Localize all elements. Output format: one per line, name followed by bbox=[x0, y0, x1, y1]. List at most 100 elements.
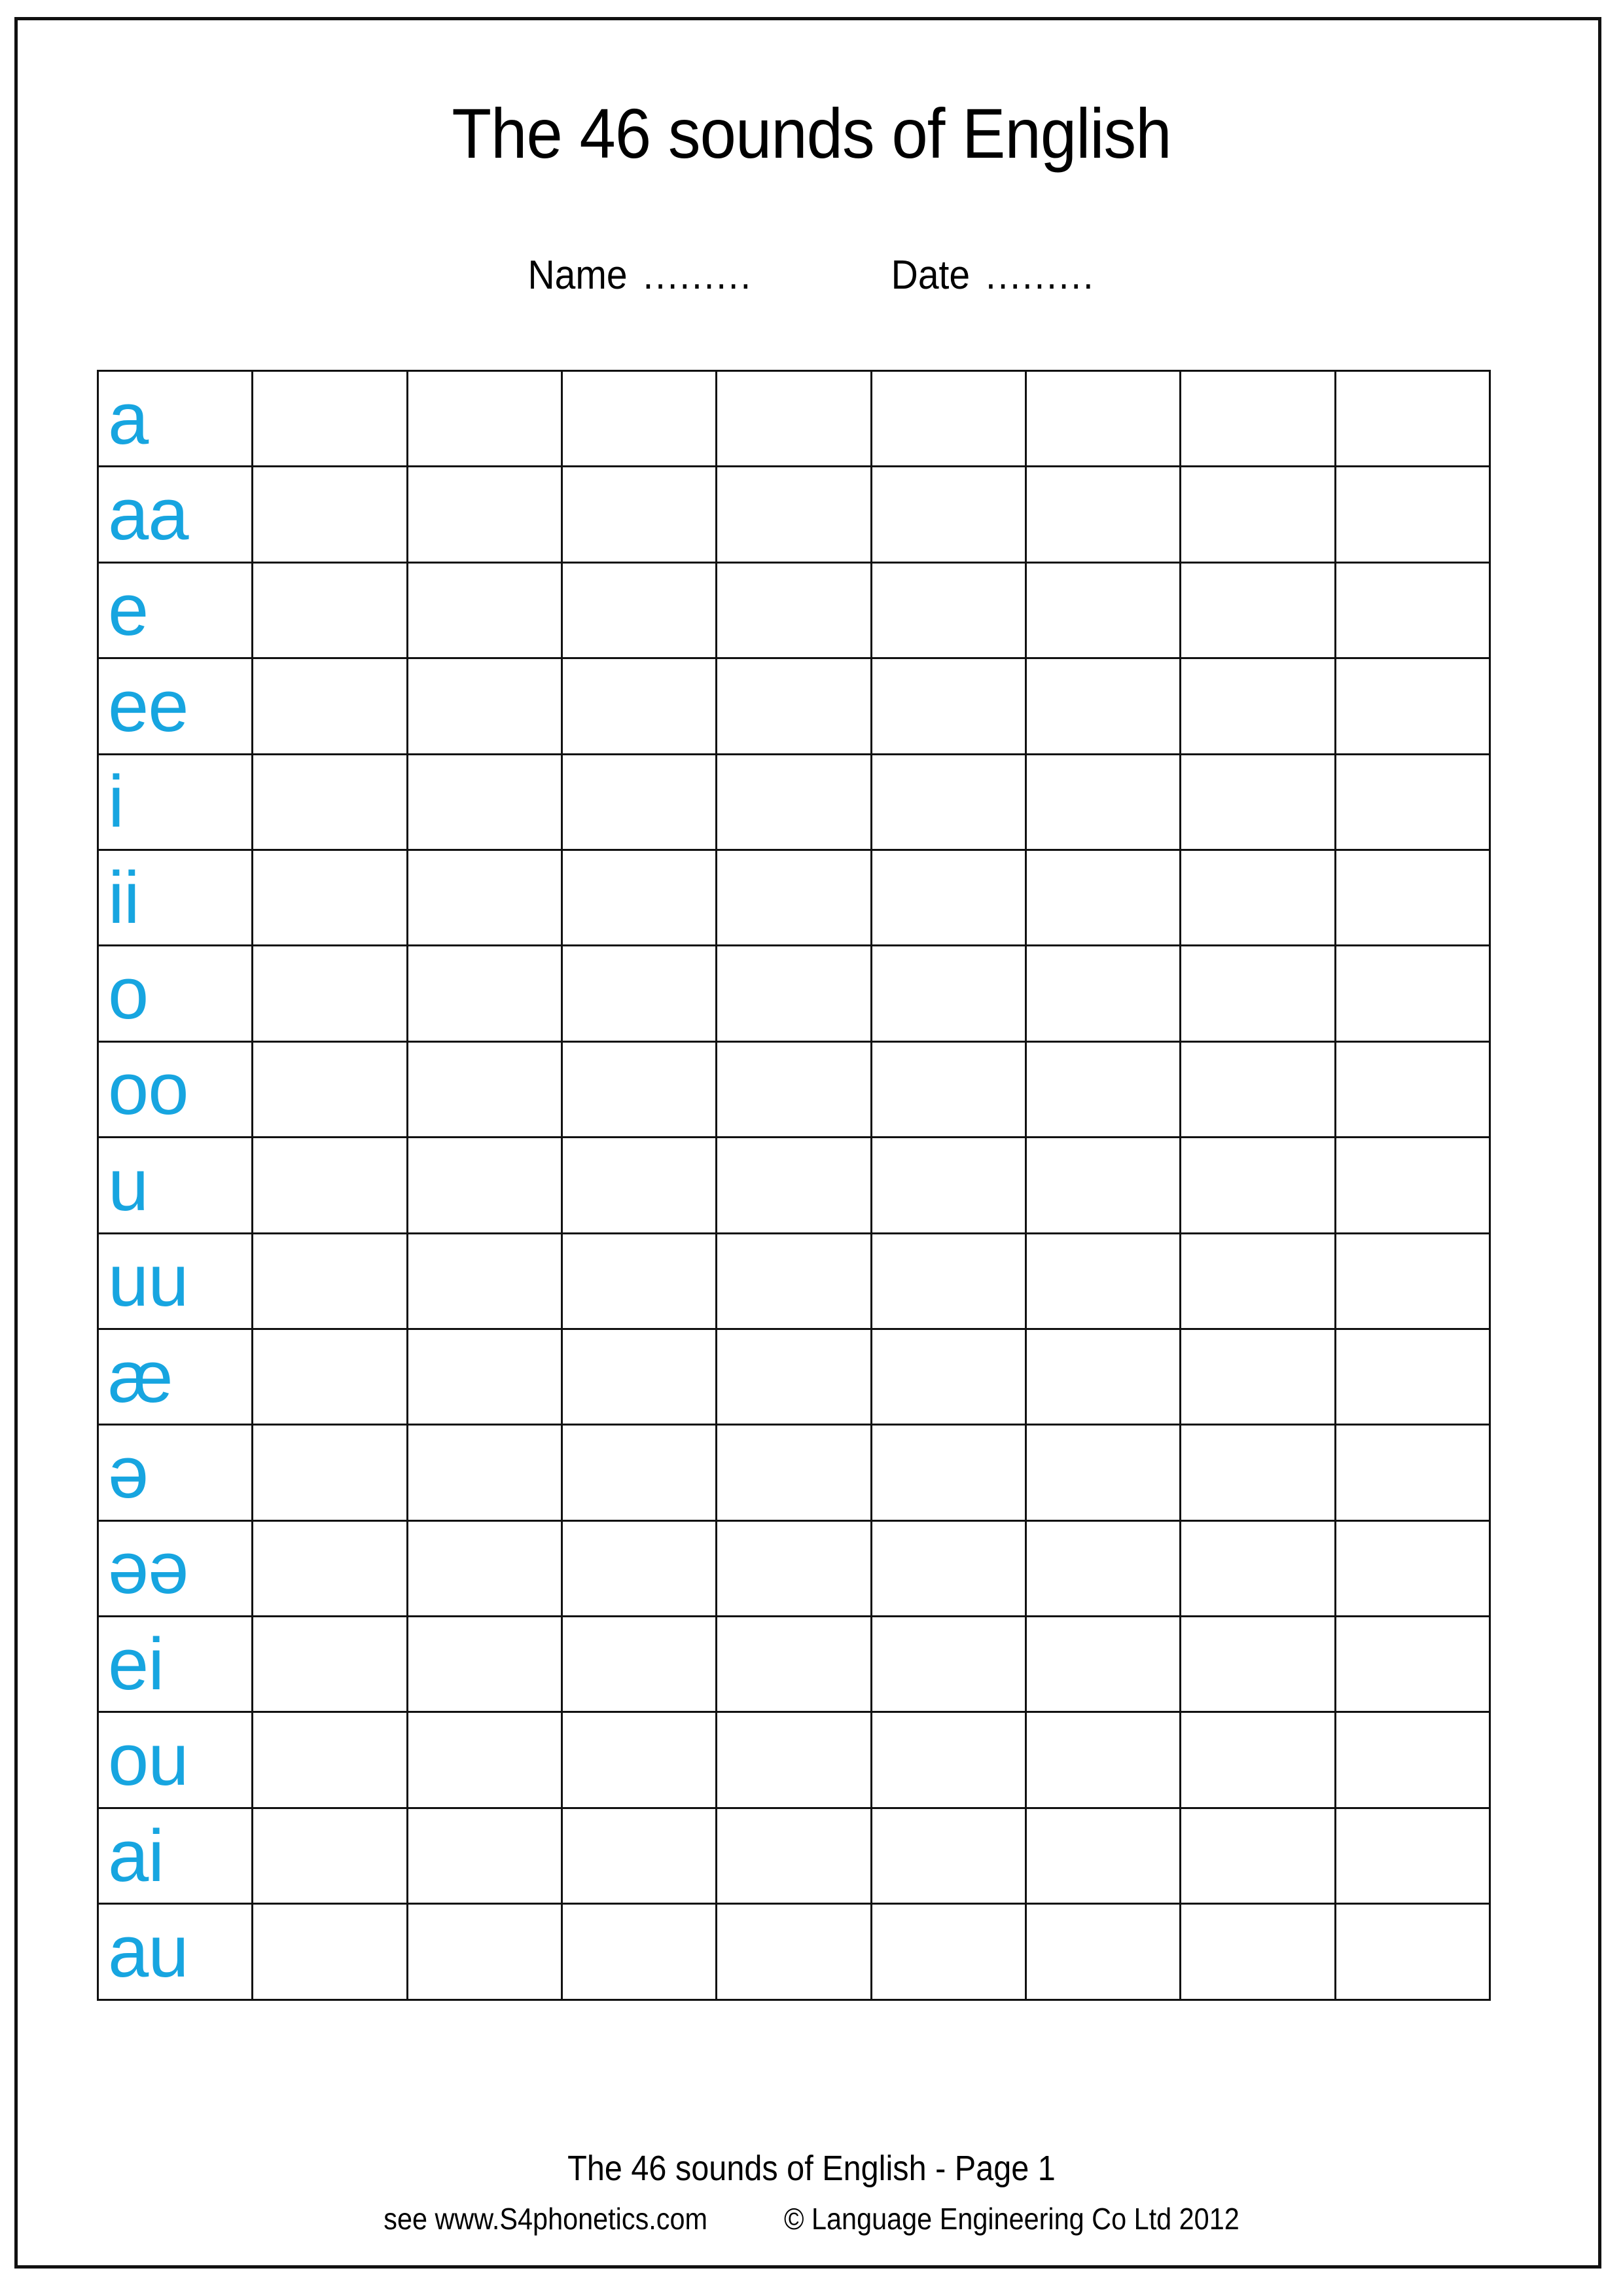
writing-practice-cell[interactable] bbox=[715, 1903, 872, 2001]
writing-practice-cell[interactable] bbox=[715, 465, 872, 564]
writing-practice-cell[interactable] bbox=[1179, 1327, 1336, 1426]
writing-practice-cell[interactable] bbox=[560, 848, 718, 947]
writing-practice-cell[interactable] bbox=[1179, 1806, 1336, 1905]
writing-practice-cell[interactable] bbox=[251, 848, 408, 947]
writing-practice-cell[interactable] bbox=[560, 944, 718, 1043]
writing-practice-cell[interactable] bbox=[1334, 1136, 1491, 1234]
writing-practice-cell[interactable] bbox=[1024, 1519, 1182, 1618]
writing-practice-cell[interactable] bbox=[715, 1040, 872, 1139]
writing-practice-cell[interactable] bbox=[406, 1232, 563, 1330]
writing-practice-cell[interactable] bbox=[1179, 1424, 1336, 1522]
writing-practice-cell[interactable] bbox=[1024, 848, 1182, 947]
writing-practice-cell[interactable] bbox=[560, 657, 718, 755]
date-input-line[interactable]: ......... bbox=[986, 252, 1095, 298]
writing-practice-cell[interactable] bbox=[870, 1136, 1027, 1234]
name-input-line[interactable]: ......... bbox=[643, 252, 753, 298]
writing-practice-cell[interactable] bbox=[870, 1040, 1027, 1139]
writing-practice-cell[interactable] bbox=[715, 1136, 872, 1234]
writing-practice-cell[interactable] bbox=[1179, 561, 1336, 660]
writing-practice-cell[interactable] bbox=[1024, 1806, 1182, 1905]
writing-practice-cell[interactable] bbox=[251, 1424, 408, 1522]
writing-practice-cell[interactable] bbox=[1334, 753, 1491, 851]
writing-practice-cell[interactable] bbox=[406, 1711, 563, 1809]
writing-practice-cell[interactable] bbox=[560, 753, 718, 851]
writing-practice-cell[interactable] bbox=[251, 657, 408, 755]
writing-practice-cell[interactable] bbox=[1334, 1232, 1491, 1330]
writing-practice-cell[interactable] bbox=[1179, 369, 1336, 468]
writing-practice-cell[interactable] bbox=[251, 561, 408, 660]
writing-practice-cell[interactable] bbox=[1024, 657, 1182, 755]
writing-practice-cell[interactable] bbox=[1179, 1711, 1336, 1809]
writing-practice-cell[interactable] bbox=[251, 1711, 408, 1809]
writing-practice-cell[interactable] bbox=[406, 753, 563, 851]
writing-practice-cell[interactable] bbox=[1024, 944, 1182, 1043]
writing-practice-cell[interactable] bbox=[1179, 657, 1336, 755]
writing-practice-cell[interactable] bbox=[1179, 1903, 1336, 2001]
writing-practice-cell[interactable] bbox=[251, 944, 408, 1043]
writing-practice-cell[interactable] bbox=[251, 1136, 408, 1234]
writing-practice-cell[interactable] bbox=[715, 561, 872, 660]
writing-practice-cell[interactable] bbox=[406, 1806, 563, 1905]
writing-practice-cell[interactable] bbox=[1024, 753, 1182, 851]
writing-practice-cell[interactable] bbox=[1334, 1903, 1491, 2001]
writing-practice-cell[interactable] bbox=[715, 1232, 872, 1330]
writing-practice-cell[interactable] bbox=[1024, 465, 1182, 564]
writing-practice-cell[interactable] bbox=[1179, 1615, 1336, 1713]
writing-practice-cell[interactable] bbox=[1334, 944, 1491, 1043]
writing-practice-cell[interactable] bbox=[1024, 561, 1182, 660]
writing-practice-cell[interactable] bbox=[870, 465, 1027, 564]
writing-practice-cell[interactable] bbox=[560, 1903, 718, 2001]
writing-practice-cell[interactable] bbox=[406, 1615, 563, 1713]
writing-practice-cell[interactable] bbox=[406, 561, 563, 660]
writing-practice-cell[interactable] bbox=[1334, 1327, 1491, 1426]
writing-practice-cell[interactable] bbox=[1334, 1519, 1491, 1618]
writing-practice-cell[interactable] bbox=[406, 1519, 563, 1618]
writing-practice-cell[interactable] bbox=[715, 1519, 872, 1618]
writing-practice-cell[interactable] bbox=[715, 1424, 872, 1522]
writing-practice-cell[interactable] bbox=[870, 561, 1027, 660]
writing-practice-cell[interactable] bbox=[870, 753, 1027, 851]
writing-practice-cell[interactable] bbox=[560, 1615, 718, 1713]
writing-practice-cell[interactable] bbox=[870, 944, 1027, 1043]
writing-practice-cell[interactable] bbox=[1334, 848, 1491, 947]
writing-practice-cell[interactable] bbox=[1024, 1711, 1182, 1809]
writing-practice-cell[interactable] bbox=[406, 1040, 563, 1139]
writing-practice-cell[interactable] bbox=[870, 848, 1027, 947]
footer-website[interactable]: see www.S4phonetics.com bbox=[383, 2200, 707, 2238]
writing-practice-cell[interactable] bbox=[251, 1806, 408, 1905]
writing-practice-cell[interactable] bbox=[1179, 944, 1336, 1043]
writing-practice-cell[interactable] bbox=[560, 369, 718, 468]
writing-practice-cell[interactable] bbox=[560, 1232, 718, 1330]
writing-practice-cell[interactable] bbox=[406, 1327, 563, 1426]
writing-practice-cell[interactable] bbox=[560, 1519, 718, 1618]
writing-practice-cell[interactable] bbox=[870, 1519, 1027, 1618]
writing-practice-cell[interactable] bbox=[406, 1136, 563, 1234]
writing-practice-cell[interactable] bbox=[1334, 1615, 1491, 1713]
writing-practice-cell[interactable] bbox=[715, 753, 872, 851]
writing-practice-cell[interactable] bbox=[1024, 1424, 1182, 1522]
writing-practice-cell[interactable] bbox=[560, 1711, 718, 1809]
writing-practice-cell[interactable] bbox=[406, 369, 563, 468]
writing-practice-cell[interactable] bbox=[1334, 657, 1491, 755]
writing-practice-cell[interactable] bbox=[251, 1615, 408, 1713]
writing-practice-cell[interactable] bbox=[1179, 465, 1336, 564]
writing-practice-cell[interactable] bbox=[870, 1327, 1027, 1426]
writing-practice-cell[interactable] bbox=[1179, 848, 1336, 947]
writing-practice-cell[interactable] bbox=[251, 1519, 408, 1618]
writing-practice-cell[interactable] bbox=[251, 1903, 408, 2001]
writing-practice-cell[interactable] bbox=[870, 1424, 1027, 1522]
writing-practice-cell[interactable] bbox=[560, 1040, 718, 1139]
writing-practice-cell[interactable] bbox=[715, 848, 872, 947]
writing-practice-cell[interactable] bbox=[715, 1615, 872, 1713]
writing-practice-cell[interactable] bbox=[1334, 1711, 1491, 1809]
writing-practice-cell[interactable] bbox=[406, 1424, 563, 1522]
writing-practice-cell[interactable] bbox=[1179, 753, 1336, 851]
writing-practice-cell[interactable] bbox=[1024, 1615, 1182, 1713]
writing-practice-cell[interactable] bbox=[870, 1615, 1027, 1713]
writing-practice-cell[interactable] bbox=[1334, 465, 1491, 564]
writing-practice-cell[interactable] bbox=[715, 369, 872, 468]
writing-practice-cell[interactable] bbox=[1179, 1232, 1336, 1330]
writing-practice-cell[interactable] bbox=[560, 1136, 718, 1234]
writing-practice-cell[interactable] bbox=[1334, 561, 1491, 660]
writing-practice-cell[interactable] bbox=[1179, 1136, 1336, 1234]
